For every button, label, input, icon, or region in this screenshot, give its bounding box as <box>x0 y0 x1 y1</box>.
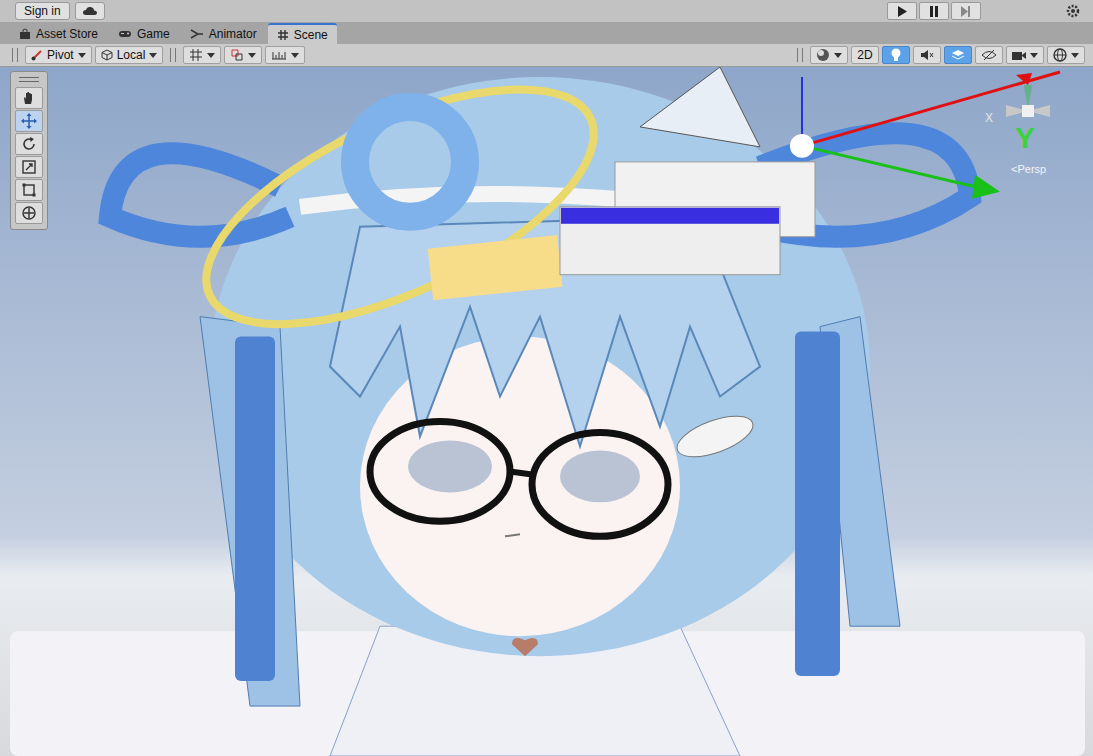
caret-icon <box>78 53 86 58</box>
grid-icon <box>277 29 289 41</box>
caret-icon <box>834 53 842 58</box>
gear-icon <box>1066 4 1080 18</box>
camera-dropdown[interactable] <box>1006 46 1044 64</box>
tool-panel <box>10 71 48 230</box>
rect-icon <box>21 182 37 198</box>
scale-icon <box>21 159 37 175</box>
top-toolbar: Sign in <box>0 0 1093 22</box>
orientation-gizmo[interactable]: X Y <Persp <box>983 71 1073 181</box>
play-icon <box>897 6 907 17</box>
hand-icon <box>21 90 37 106</box>
muted-speaker-icon <box>920 49 934 61</box>
sphere-icon <box>816 48 830 62</box>
avatar-render <box>0 67 1093 756</box>
ruler-button[interactable] <box>265 46 305 64</box>
cloud-icon <box>82 5 98 17</box>
step-icon <box>961 6 971 17</box>
unity-editor: Sign in Asset Store Game Animator Scene … <box>0 0 1093 756</box>
gamepad-icon <box>118 29 132 39</box>
tab-bar: Asset Store Game Animator Scene <box>0 22 1093 44</box>
caret-icon <box>291 53 299 58</box>
x-axis-label: X <box>985 111 993 125</box>
grid-snap-icon <box>189 48 203 62</box>
toolbar-grip <box>797 48 803 62</box>
lightbulb-icon <box>890 48 902 62</box>
2d-toggle[interactable]: 2D <box>851 46 879 64</box>
scene-toggle[interactable] <box>882 46 910 64</box>
scene-toggle[interactable] <box>944 46 972 64</box>
scene-view[interactable]: X Y <Persp <box>0 67 1093 756</box>
caret-icon <box>248 53 256 58</box>
settings-button[interactable] <box>1063 2 1083 20</box>
toolbar-grip <box>170 48 176 62</box>
play-button[interactable] <box>887 2 917 20</box>
y-axis-label: Y <box>1015 123 1035 153</box>
tool-button[interactable] <box>15 110 43 132</box>
editor-tab[interactable]: Animator <box>181 24 266 44</box>
animator-icon <box>190 28 204 40</box>
snap-icon <box>230 48 244 62</box>
caret-icon <box>1030 53 1038 58</box>
pause-icon <box>929 6 939 17</box>
caret-icon <box>149 53 157 58</box>
tool-button[interactable] <box>15 87 43 109</box>
editor-tab[interactable]: Asset Store <box>10 24 107 44</box>
grid-snap-button[interactable] <box>183 46 221 64</box>
pause-button[interactable] <box>919 2 949 20</box>
play-controls <box>887 2 981 20</box>
gizmos-dropdown[interactable] <box>1047 46 1085 64</box>
hidden-eye-icon <box>981 49 997 61</box>
tool-button[interactable] <box>15 202 43 224</box>
scene-toggle[interactable] <box>913 46 941 64</box>
caret-icon <box>207 53 215 58</box>
rotate-icon <box>21 136 37 152</box>
space-dropdown[interactable]: Local <box>95 46 164 64</box>
transform-icon <box>21 205 37 221</box>
pivot-dropdown[interactable]: Pivot <box>25 46 92 64</box>
camera-icon <box>1012 50 1026 61</box>
bag-icon <box>19 28 31 40</box>
layers-icon <box>951 49 965 61</box>
scene-toolbar: Pivot Local 2D <box>0 44 1093 67</box>
editor-tab[interactable]: Game <box>109 24 179 44</box>
projection-label[interactable]: <Persp <box>1011 163 1046 175</box>
ruler-icon <box>271 49 287 61</box>
cloud-button[interactable] <box>75 2 105 20</box>
pivot-icon <box>31 49 43 61</box>
sign-in-button[interactable]: Sign in <box>15 2 70 20</box>
tool-button[interactable] <box>15 133 43 155</box>
toolbar-grip <box>12 48 18 62</box>
increment-snap-button[interactable] <box>224 46 262 64</box>
step-button[interactable] <box>951 2 981 20</box>
globe-icon <box>1053 48 1067 62</box>
tool-button[interactable] <box>15 156 43 178</box>
shading-dropdown[interactable] <box>810 46 848 64</box>
editor-tab[interactable]: Scene <box>268 23 337 44</box>
cube-icon <box>101 49 113 61</box>
caret-icon <box>1071 53 1079 58</box>
scene-toggle[interactable] <box>975 46 1003 64</box>
move-arrows-icon <box>21 113 37 129</box>
tool-button[interactable] <box>15 179 43 201</box>
panel-grip <box>19 77 39 82</box>
